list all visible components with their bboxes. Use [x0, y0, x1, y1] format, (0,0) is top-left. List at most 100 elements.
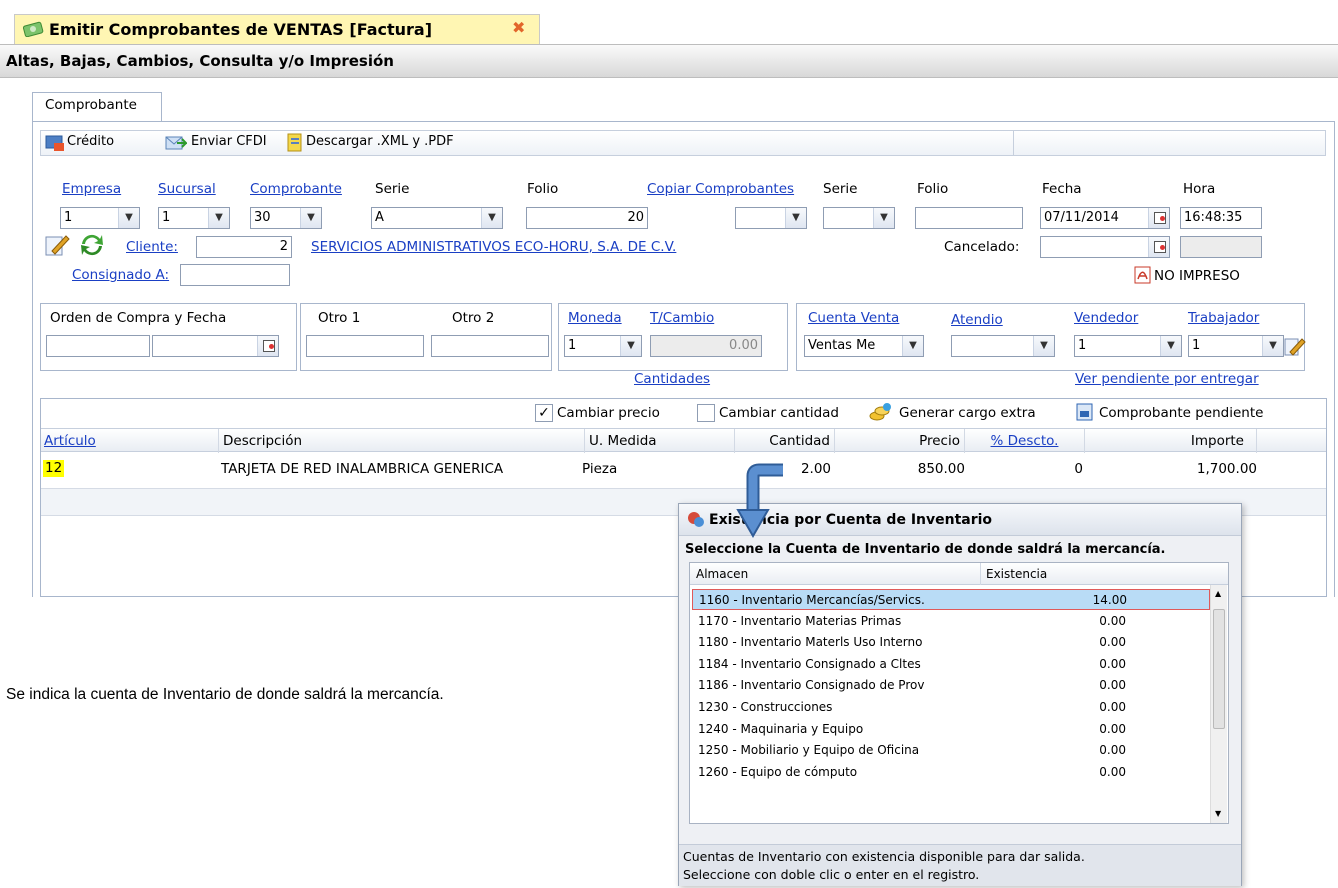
col-almacen[interactable]: Almacen — [696, 567, 748, 581]
tcambio-label[interactable]: T/Cambio — [650, 310, 714, 326]
col-cantidad[interactable]: Cantidad — [735, 429, 835, 453]
copiar-serie2-select[interactable]: ▼ — [823, 207, 895, 229]
edit-icon[interactable] — [44, 233, 70, 257]
list-item[interactable]: 1180 - Inventario Materls Uso Interno 0.0… — [692, 632, 1210, 653]
trabajador-select[interactable]: 1 ▼ — [1188, 335, 1284, 357]
trabajador-label[interactable]: Trabajador — [1188, 310, 1259, 326]
col-articulo[interactable]: Artículo — [41, 429, 219, 453]
serie-select[interactable]: A ▼ — [371, 207, 503, 229]
tab-title: Emitir Comprobantes de VENTAS [Factura] — [49, 20, 433, 39]
close-icon[interactable]: ✖ — [512, 18, 525, 37]
consignado-input[interactable] — [180, 264, 290, 286]
chevron-down-icon[interactable]: ▼ — [481, 208, 502, 228]
cliente-input[interactable]: 2 — [196, 236, 292, 258]
empresa-label[interactable]: Empresa — [62, 181, 121, 197]
sucursal-label[interactable]: Sucursal — [158, 181, 216, 197]
scrollbar-thumb[interactable] — [1213, 609, 1225, 729]
table-row[interactable]: 12 TARJETA DE RED INALAMBRICA GENERICA P… — [41, 452, 1326, 482]
serie-label: Serie — [375, 181, 410, 197]
copiar-serie-select[interactable]: ▼ — [735, 207, 807, 229]
chevron-down-icon[interactable]: ▼ — [873, 208, 894, 228]
otro1-input[interactable] — [306, 335, 424, 357]
cliente-label[interactable]: Cliente: — [126, 239, 178, 255]
scroll-up-icon[interactable]: ▲ — [1215, 589, 1221, 598]
col-u-medida[interactable]: U. Medida — [585, 429, 735, 453]
col-importe[interactable]: Importe — [1085, 429, 1257, 453]
empresa-select[interactable]: 1 ▼ — [60, 207, 140, 229]
cliente-nombre-link[interactable]: SERVICIOS ADMINISTRATIVOS ECO-HORU, S.A.… — [311, 239, 676, 255]
folio-input[interactable]: 20 — [526, 207, 648, 229]
list-item[interactable]: 1230 - Construcciones 0.00 — [692, 697, 1210, 718]
atendio-label[interactable]: Atendio — [951, 312, 1003, 328]
col-existencia[interactable]: Existencia — [986, 567, 1047, 581]
cancelado-input[interactable] — [1040, 236, 1170, 258]
list-item[interactable]: 1250 - Mobiliario y Equipo de Oficina 0.0… — [692, 740, 1210, 761]
chevron-down-icon[interactable]: ▼ — [300, 208, 321, 228]
folio-value: 20 — [627, 210, 644, 225]
otro2-label: Otro 2 — [452, 310, 495, 326]
chevron-down-icon[interactable]: ▼ — [1160, 336, 1181, 356]
list-item[interactable]: 1184 - Inventario Consignado a Cltes 0.00 — [692, 654, 1210, 675]
sucursal-select[interactable]: 1 ▼ — [158, 207, 230, 229]
copiar-folio-input[interactable] — [915, 207, 1023, 229]
consignado-label[interactable]: Consignado A: — [72, 267, 169, 283]
folio2-label: Folio — [917, 181, 949, 197]
enviar-cfdi-button[interactable]: Enviar CFDI — [191, 134, 267, 149]
credito-button[interactable]: Crédito — [67, 134, 114, 149]
comprobante-select[interactable]: 30 ▼ — [250, 207, 322, 229]
atendio-select[interactable]: ▼ — [951, 335, 1055, 357]
orden-compra-input[interactable] — [46, 335, 150, 357]
chevron-down-icon[interactable]: ▼ — [208, 208, 229, 228]
descargar-button[interactable]: Descargar .XML y .PDF — [306, 134, 454, 149]
col-descuento[interactable]: % Descto. — [965, 429, 1085, 453]
calendar-icon[interactable] — [1148, 237, 1169, 257]
chevron-down-icon[interactable]: ▼ — [118, 208, 139, 228]
cuenta-venta-label[interactable]: Cuenta Venta — [808, 310, 899, 326]
cambiar-cantidad-checkbox[interactable] — [697, 404, 715, 422]
caption-text: Se indica la cuenta de Inventario de don… — [6, 686, 444, 703]
comprobante-pendiente-button[interactable]: Comprobante pendiente — [1099, 405, 1263, 421]
ver-pendiente-link[interactable]: Ver pendiente por entregar — [1075, 371, 1259, 387]
chevron-down-icon[interactable]: ▼ — [1262, 336, 1283, 356]
fecha-label: Fecha — [1042, 181, 1082, 197]
existencia-value: 0.00 — [1099, 678, 1126, 693]
moneda-value: 1 — [568, 338, 577, 353]
cuenta-venta-select[interactable]: Ventas Me ▼ — [804, 335, 924, 357]
otro2-input[interactable] — [431, 335, 549, 357]
copiar-comprobantes-link[interactable]: Copiar Comprobantes — [647, 181, 794, 197]
edit-icon[interactable] — [1284, 335, 1306, 357]
generar-cargo-button[interactable]: Generar cargo extra — [899, 405, 1036, 421]
calendar-icon[interactable] — [257, 336, 278, 356]
calendar-icon[interactable] — [1148, 208, 1169, 228]
col-precio[interactable]: Precio — [835, 429, 965, 453]
fecha-input[interactable]: 07/11/2014 — [1040, 207, 1170, 229]
popup-scrollbar[interactable]: ▲ ▼ — [1210, 585, 1227, 823]
col-descripcion[interactable]: Descripción — [219, 429, 585, 453]
moneda-select[interactable]: 1 ▼ — [564, 335, 642, 357]
vendedor-select[interactable]: 1 ▼ — [1074, 335, 1182, 357]
tab-comprobante[interactable]: Comprobante — [32, 92, 162, 122]
cambiar-precio-checkbox[interactable]: ✓ — [535, 404, 553, 422]
toolbar: Crédito Enviar CFDI Descargar .XML y .PD… — [40, 130, 1326, 156]
chevron-down-icon[interactable]: ▼ — [785, 208, 806, 228]
chevron-down-icon[interactable]: ▼ — [902, 336, 923, 356]
coins-icon — [869, 402, 891, 422]
chevron-down-icon[interactable]: ▼ — [620, 336, 641, 356]
cell-importe: 1,700.00 — [1196, 461, 1257, 477]
chevron-down-icon[interactable]: ▼ — [1033, 336, 1054, 356]
list-item[interactable]: 1186 - Inventario Consignado de Prov 0.00 — [692, 675, 1210, 696]
cantidades-link[interactable]: Cantidades — [634, 371, 710, 387]
refresh-icon[interactable] — [78, 232, 106, 258]
moneda-label[interactable]: Moneda — [568, 310, 622, 326]
list-item[interactable]: 1160 - Inventario Mercancías/Servics. 14.… — [692, 589, 1210, 610]
list-item[interactable]: 1170 - Inventario Materias Primas 0.00 — [692, 611, 1210, 632]
vendedor-label[interactable]: Vendedor — [1074, 310, 1138, 326]
hora-input[interactable]: 16:48:35 — [1180, 207, 1262, 229]
sucursal-value: 1 — [162, 210, 171, 225]
main-tab[interactable]: Emitir Comprobantes de VENTAS [Factura] … — [14, 14, 540, 44]
list-item[interactable]: 1260 - Equipo de cómputo 0.00 — [692, 762, 1210, 783]
comprobante-label[interactable]: Comprobante — [250, 181, 342, 197]
list-item[interactable]: 1240 - Maquinaria y Equipo 0.00 — [692, 719, 1210, 740]
scroll-down-icon[interactable]: ▼ — [1215, 809, 1221, 818]
orden-fecha-input[interactable] — [152, 335, 279, 357]
